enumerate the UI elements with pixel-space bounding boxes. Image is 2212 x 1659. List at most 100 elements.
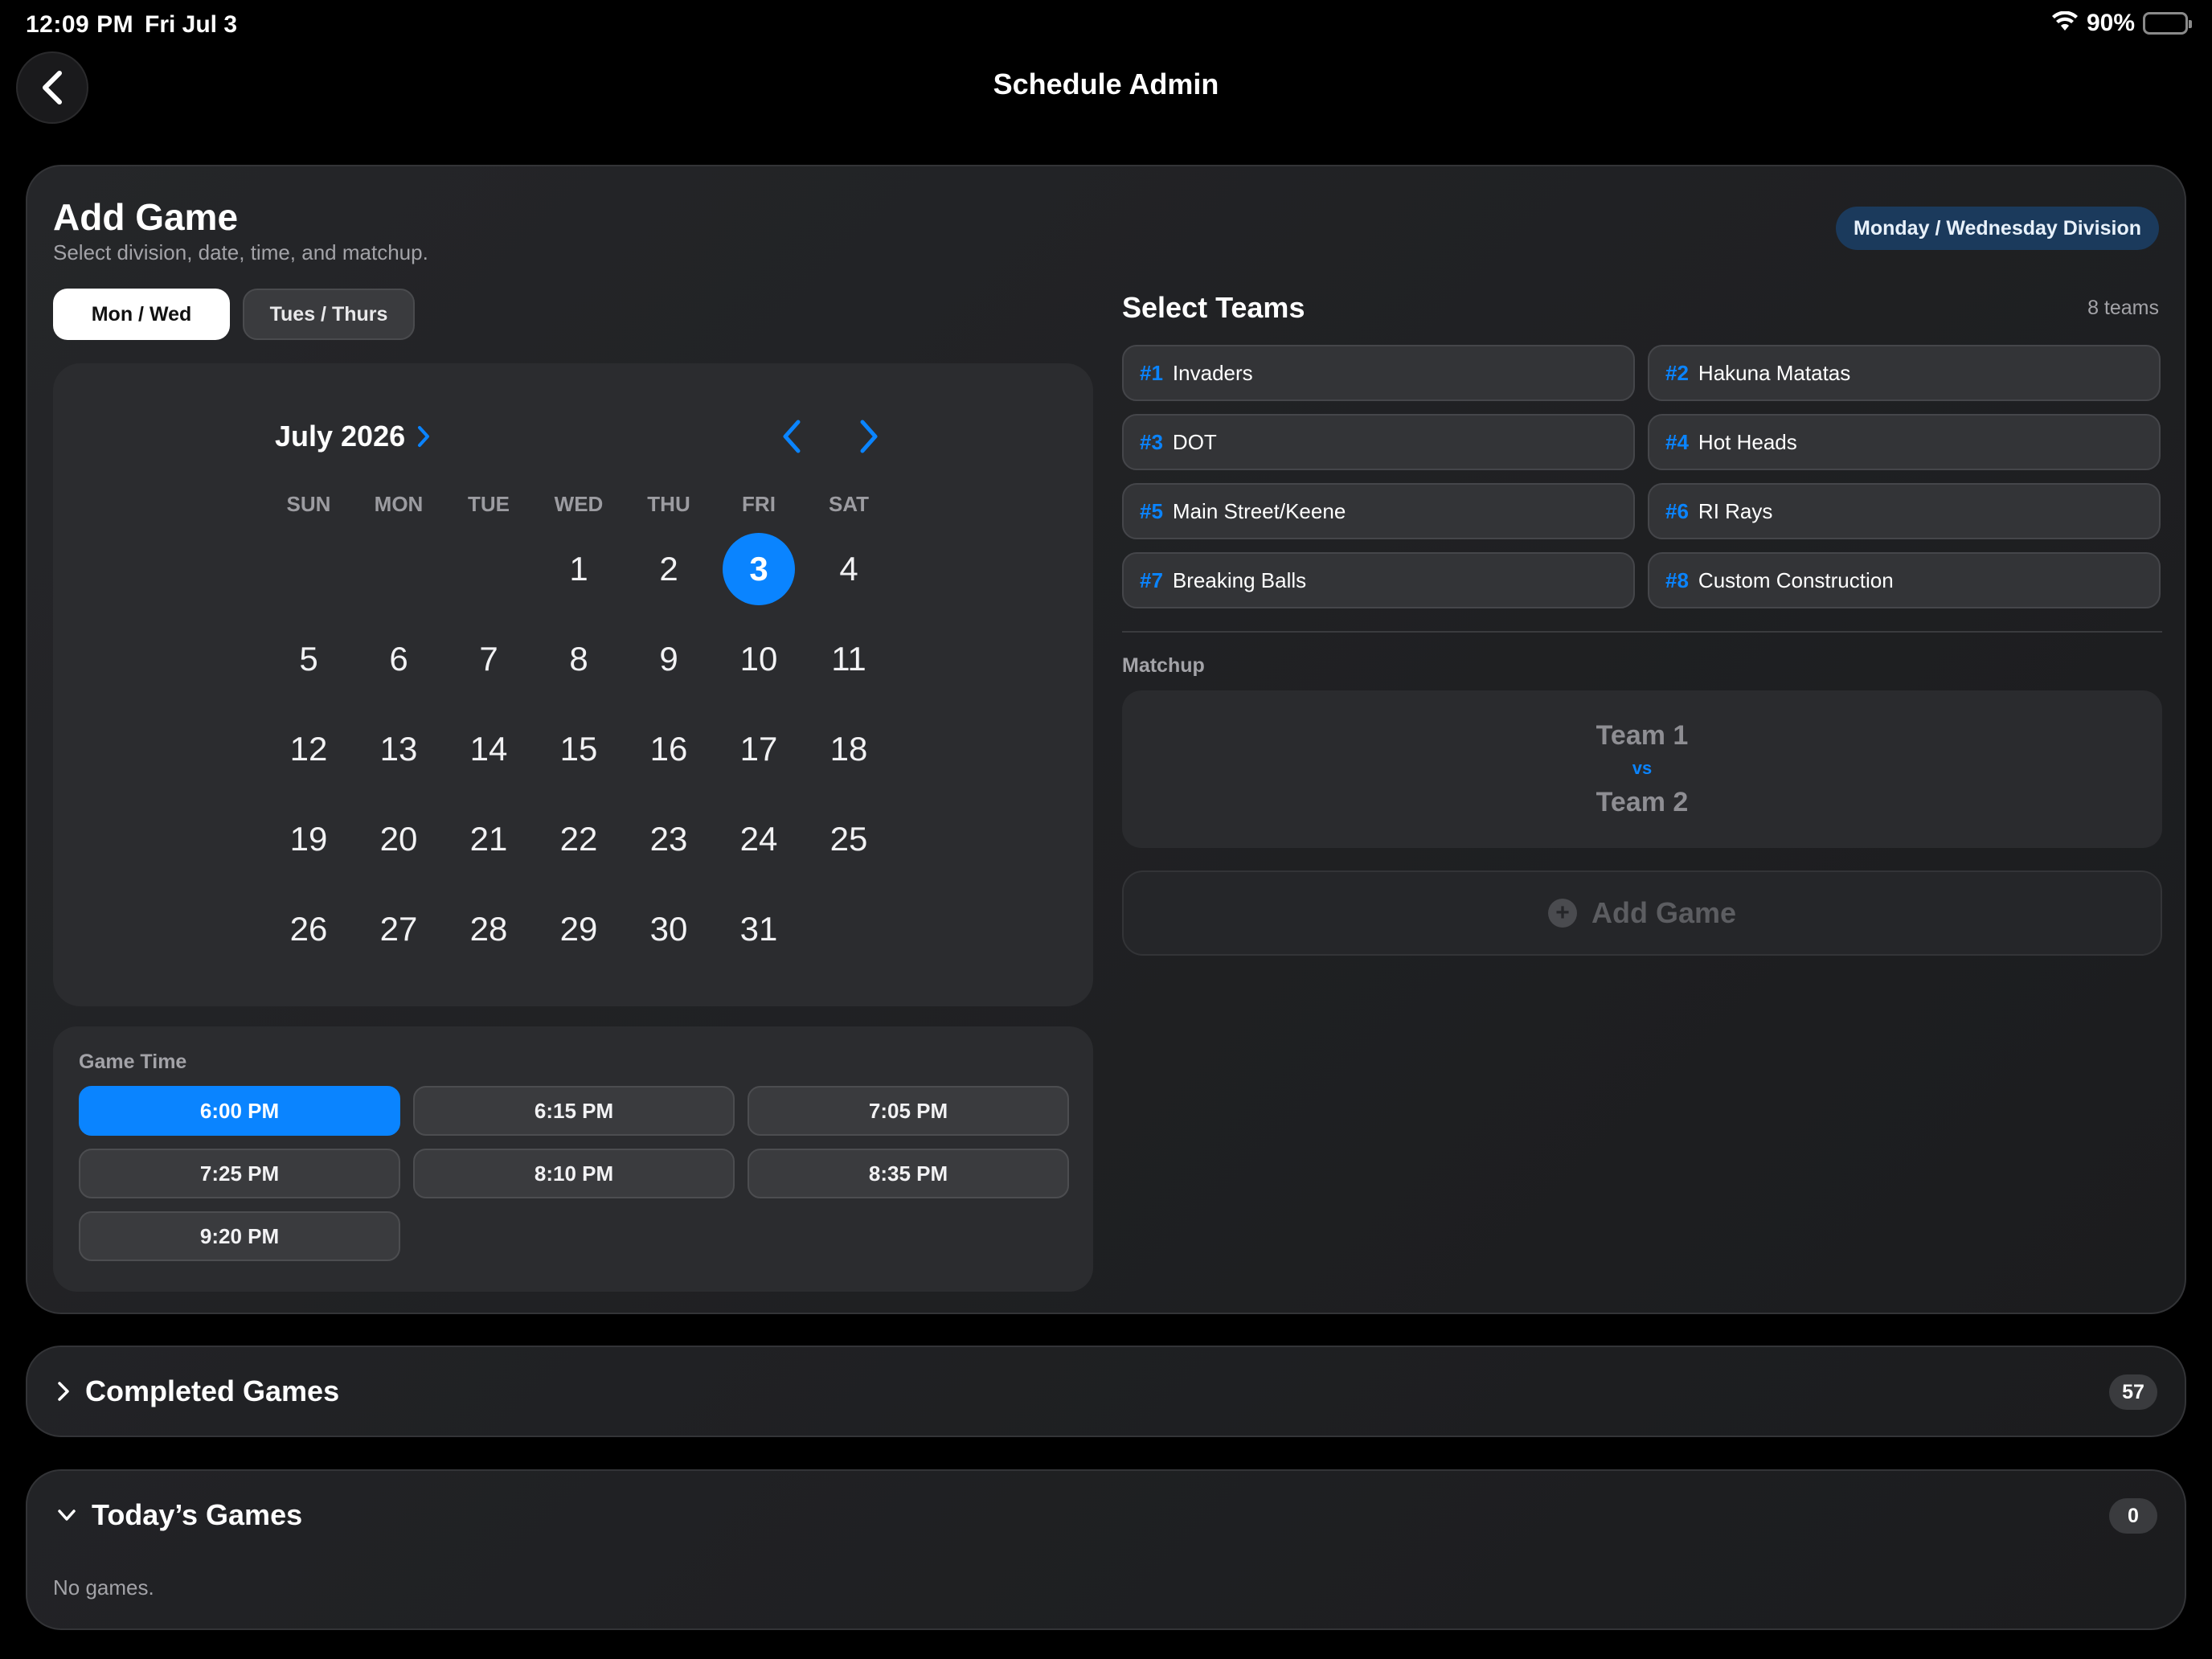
team-name: Custom Construction	[1698, 567, 1894, 592]
calendar-day[interactable]: 18	[804, 704, 894, 794]
calendar-day[interactable]: 9	[624, 614, 714, 704]
calendar-days: 1 2 3 4 5 6 7 8 9 10 11 12 13 14 15 16 17 18 19 20 21 22 23 24 2…	[264, 524, 894, 974]
team-button[interactable]: #7 Breaking Balls	[1122, 552, 1635, 608]
calendar-day[interactable]: 15	[534, 704, 624, 794]
calendar: July 2026 SUN MON TUE WED THU FRI SAT 12…	[53, 363, 1093, 1006]
previous-month-button[interactable]	[772, 416, 812, 457]
calendar-day[interactable]: 10	[714, 614, 804, 704]
chevron-left-icon	[783, 420, 801, 453]
calendar-day[interactable]: 8	[534, 614, 624, 704]
team-button[interactable]: #3 DOT	[1122, 414, 1635, 470]
calendar-day-number: 7	[479, 640, 498, 678]
time-option[interactable]: 8:10 PM	[413, 1149, 735, 1198]
team-name: Hakuna Matatas	[1698, 360, 1851, 385]
team-number: #1	[1140, 360, 1163, 385]
game-time-label: Game Time	[79, 1051, 187, 1073]
calendar-day-number	[453, 533, 525, 605]
calendar-day[interactable]: 20	[354, 794, 444, 884]
calendar-day-number: 8	[569, 640, 588, 678]
chevron-right-icon	[860, 420, 878, 453]
completed-games-section[interactable]: Completed Games 57	[26, 1346, 2186, 1437]
calendar-day[interactable]: 22	[534, 794, 624, 884]
calendar-day[interactable]: 2	[624, 524, 714, 614]
calendar-day[interactable]: 23	[624, 794, 714, 884]
time-option[interactable]: 8:35 PM	[748, 1149, 1069, 1198]
wifi-icon	[2051, 10, 2079, 36]
team-number: #7	[1140, 567, 1163, 592]
team-name: DOT	[1172, 429, 1217, 454]
calendar-day-number: 27	[379, 910, 418, 948]
time-option[interactable]: 6:15 PM	[413, 1086, 735, 1136]
team-button[interactable]: #1 Invaders	[1122, 345, 1635, 401]
weekday-label: SAT	[828, 492, 870, 516]
calendar-day[interactable]: 17	[714, 704, 804, 794]
calendar-day[interactable]: 21	[444, 794, 534, 884]
calendar-day-number: 23	[649, 820, 688, 858]
time-option[interactable]: 7:25 PM	[79, 1149, 400, 1198]
matchup-preview: Team 1 vs Team 2	[1122, 690, 2162, 848]
calendar-day[interactable]: 14	[444, 704, 534, 794]
calendar-day[interactable]: 11	[804, 614, 894, 704]
calendar-day[interactable]: 1	[534, 524, 624, 614]
time-option[interactable]: 7:05 PM	[748, 1086, 1069, 1136]
calendar-day[interactable]: 29	[534, 884, 624, 974]
team-button[interactable]: #4 Hot Heads	[1648, 414, 2161, 470]
calendar-day[interactable]: 27	[354, 884, 444, 974]
add-game-button[interactable]: + Add Game	[1122, 870, 2162, 956]
calendar-day[interactable]: 31	[714, 884, 804, 974]
todays-games-header[interactable]: Today’s Games	[56, 1498, 302, 1532]
calendar-day-number: 29	[559, 910, 598, 948]
calendar-day-number: 11	[831, 640, 866, 678]
weekday-label: TUE	[468, 492, 510, 516]
team-button[interactable]: #2 Hakuna Matatas	[1648, 345, 2161, 401]
next-month-button[interactable]	[849, 416, 889, 457]
calendar-day-number: 20	[379, 820, 418, 858]
calendar-day-number	[363, 533, 435, 605]
calendar-day[interactable]: 26	[264, 884, 354, 974]
team-button[interactable]: #8 Custom Construction	[1648, 552, 2161, 608]
calendar-day-number: 3	[723, 533, 795, 605]
calendar-day-number: 26	[289, 910, 328, 948]
month-label: July 2026	[275, 420, 406, 453]
time-option[interactable]: 6:00 PM	[79, 1086, 400, 1136]
team-button[interactable]: #6 RI Rays	[1648, 483, 2161, 539]
segment-mon-wed[interactable]: Mon / Wed	[53, 289, 230, 340]
matchup-label: Matchup	[1122, 654, 1205, 677]
status-time: 12:09 PM	[26, 11, 134, 38]
status-bar: 12:09 PM Fri Jul 3 90%	[0, 0, 2212, 51]
calendar-day[interactable]: 28	[444, 884, 534, 974]
completed-games-header[interactable]: Completed Games	[56, 1374, 339, 1408]
calendar-day[interactable]: 19	[264, 794, 354, 884]
team-number: #4	[1665, 429, 1689, 454]
calendar-day[interactable]: 3	[714, 524, 804, 614]
team-button[interactable]: #5 Main Street/Keene	[1122, 483, 1635, 539]
segment-tues-thurs[interactable]: Tues / Thurs	[243, 289, 415, 340]
completed-games-count: 57	[2109, 1374, 2157, 1410]
weekday-label: THU	[647, 492, 690, 516]
calendar-day[interactable]: 30	[624, 884, 714, 974]
calendar-day-number: 10	[739, 640, 778, 678]
calendar-day[interactable]: 5	[264, 614, 354, 704]
select-teams-title: Select Teams	[1122, 291, 1305, 324]
add-game-card: Add Game Select division, date, time, an…	[26, 165, 2186, 1314]
calendar-empty-cell	[264, 524, 354, 614]
status-indicators: 90%	[2051, 10, 2192, 37]
month-picker-button[interactable]: July 2026	[275, 420, 431, 453]
division-badge: Monday / Wednesday Division	[1836, 207, 2159, 250]
time-option[interactable]: 9:20 PM	[79, 1211, 400, 1261]
calendar-day[interactable]: 12	[264, 704, 354, 794]
calendar-day[interactable]: 4	[804, 524, 894, 614]
calendar-day[interactable]: 7	[444, 614, 534, 704]
calendar-day[interactable]: 13	[354, 704, 444, 794]
calendar-day[interactable]: 25	[804, 794, 894, 884]
calendar-empty-cell	[804, 884, 894, 974]
team-name: Invaders	[1172, 360, 1253, 385]
calendar-day-number: 2	[659, 550, 678, 588]
calendar-day[interactable]: 24	[714, 794, 804, 884]
calendar-day[interactable]: 6	[354, 614, 444, 704]
add-game-title: Add Game	[53, 196, 239, 238]
empty-state-text: No games.	[53, 1575, 154, 1600]
calendar-day-number	[813, 893, 885, 965]
battery-icon	[2143, 12, 2192, 35]
calendar-day[interactable]: 16	[624, 704, 714, 794]
